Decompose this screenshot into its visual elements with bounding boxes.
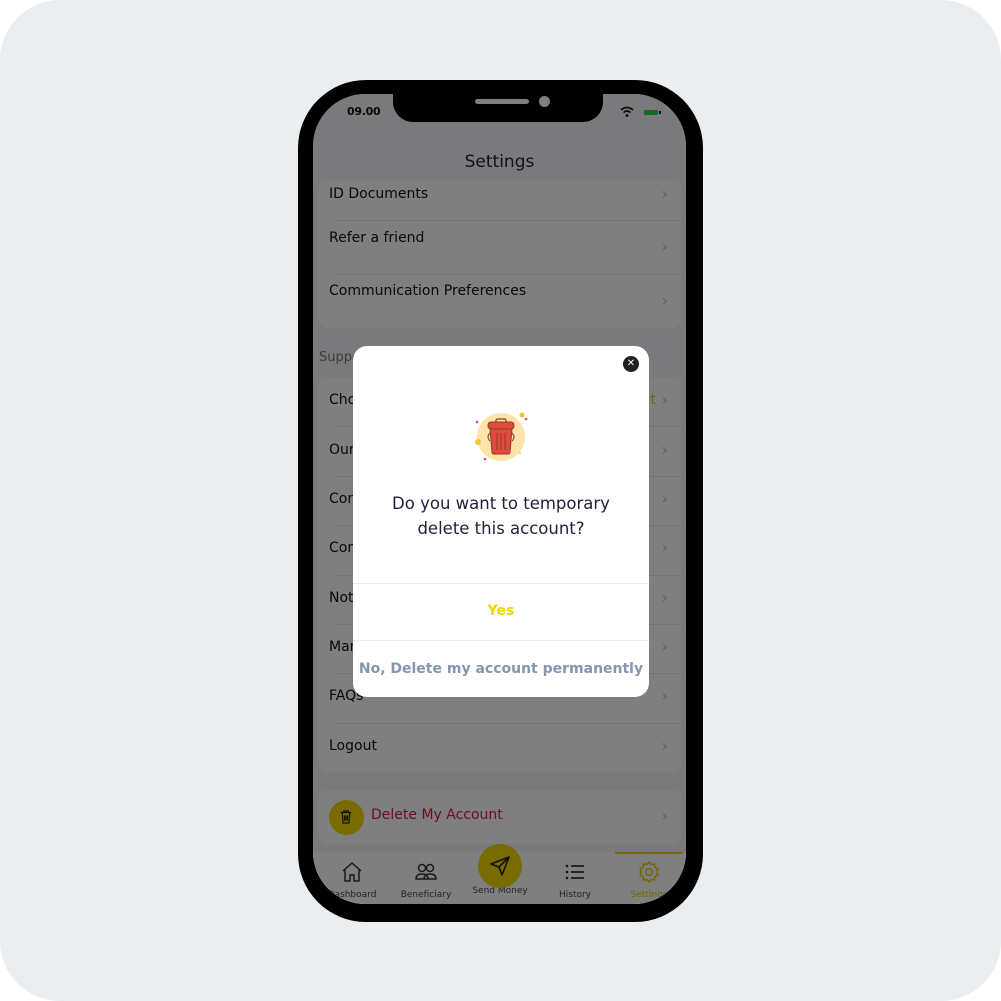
phone-frame: 09.00 Settings ID Documents › Refer a fr… — [298, 80, 703, 922]
delete-account-dialog: ✕ Do you want to temporary delete this a… — [353, 346, 649, 697]
dialog-message: Do you want to temporary delete this acc… — [392, 494, 610, 538]
trash-can-illustration — [475, 412, 528, 461]
close-icon[interactable]: ✕ — [623, 356, 639, 372]
delete-permanently-button[interactable]: No, Delete my account permanently — [353, 641, 649, 697]
phone-screen: 09.00 Settings ID Documents › Refer a fr… — [313, 94, 686, 904]
yes-button[interactable]: Yes — [353, 583, 649, 639]
